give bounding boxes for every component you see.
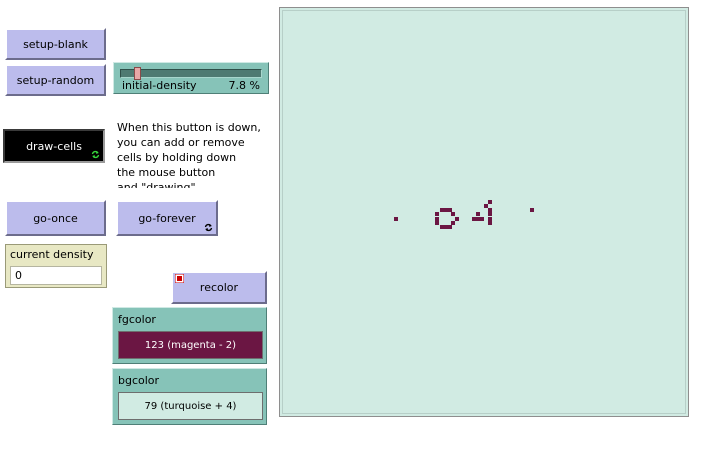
- live-cell: [455, 217, 459, 221]
- live-cell: [448, 225, 452, 229]
- setup-blank-label: setup-blank: [23, 37, 88, 51]
- go-forever-button[interactable]: go-forever: [116, 200, 218, 236]
- live-cell: [488, 208, 492, 212]
- live-cell: [444, 225, 448, 229]
- fgcolor-value: 123 (magenta - 2): [144, 339, 237, 351]
- live-cell: [530, 208, 534, 212]
- live-cell: [435, 221, 439, 225]
- live-cell: [440, 208, 444, 212]
- live-cell: [440, 225, 444, 229]
- note-line: the mouse button: [117, 166, 216, 179]
- live-cell: [394, 217, 398, 221]
- live-cell: [451, 212, 455, 216]
- go-forever-label: go-forever: [138, 211, 196, 225]
- live-cell: [488, 200, 492, 204]
- live-cell: [488, 221, 492, 225]
- fgcolor-label: fgcolor: [118, 313, 156, 326]
- world-view[interactable]: [279, 7, 689, 417]
- live-cell: [480, 217, 484, 221]
- forever-icon: [204, 223, 213, 232]
- setup-blank-button[interactable]: setup-blank: [5, 28, 106, 60]
- note-line: When this button is down,: [117, 121, 261, 134]
- live-cell: [476, 217, 480, 221]
- draw-cells-label: draw-cells: [26, 139, 82, 153]
- fgcolor-select[interactable]: 123 (magenta - 2): [118, 331, 263, 359]
- go-once-label: go-once: [33, 211, 78, 225]
- note-line: cells by holding down: [117, 151, 237, 164]
- note-line: you can add or remove: [117, 136, 245, 149]
- note-line: and "drawing".: [117, 181, 200, 188]
- live-cell: [472, 217, 476, 221]
- slider-label: initial-density: [122, 79, 197, 92]
- go-once-button[interactable]: go-once: [5, 200, 106, 236]
- setup-random-button[interactable]: setup-random: [5, 64, 106, 96]
- cell-layer: [394, 200, 534, 229]
- fgcolor-chooser[interactable]: fgcolor 123 (magenta - 2): [112, 307, 267, 364]
- monitor-label: current density: [10, 248, 94, 261]
- bgcolor-chooser[interactable]: bgcolor 79 (turquoise + 4): [112, 368, 267, 425]
- live-cell: [451, 221, 455, 225]
- live-cell: [488, 212, 492, 216]
- live-cell: [444, 208, 448, 212]
- bgcolor-label: bgcolor: [118, 374, 160, 387]
- live-cell: [435, 212, 439, 216]
- live-cell: [484, 204, 488, 208]
- live-cell: [435, 217, 439, 221]
- recolor-button[interactable]: recolor: [171, 271, 267, 304]
- bgcolor-value: 79 (turquoise + 4): [144, 400, 237, 412]
- slider-value: 7.8 %: [228, 79, 260, 92]
- error-icon: [175, 274, 184, 283]
- monitor-value: 0: [10, 266, 102, 285]
- initial-density-slider[interactable]: initial-density 7.8 %: [113, 62, 269, 94]
- bgcolor-select[interactable]: 79 (turquoise + 4): [118, 392, 263, 420]
- slider-track[interactable]: [120, 67, 262, 80]
- draw-cells-button[interactable]: draw-cells: [3, 129, 105, 163]
- live-cell: [488, 217, 492, 221]
- recolor-label: recolor: [199, 281, 239, 294]
- live-cell: [476, 212, 480, 216]
- draw-cells-note: When this button is down, you can add or…: [117, 120, 267, 188]
- forever-icon: [91, 150, 100, 159]
- current-density-monitor: current density 0: [5, 244, 107, 288]
- setup-random-label: setup-random: [16, 73, 95, 87]
- live-cell: [448, 208, 452, 212]
